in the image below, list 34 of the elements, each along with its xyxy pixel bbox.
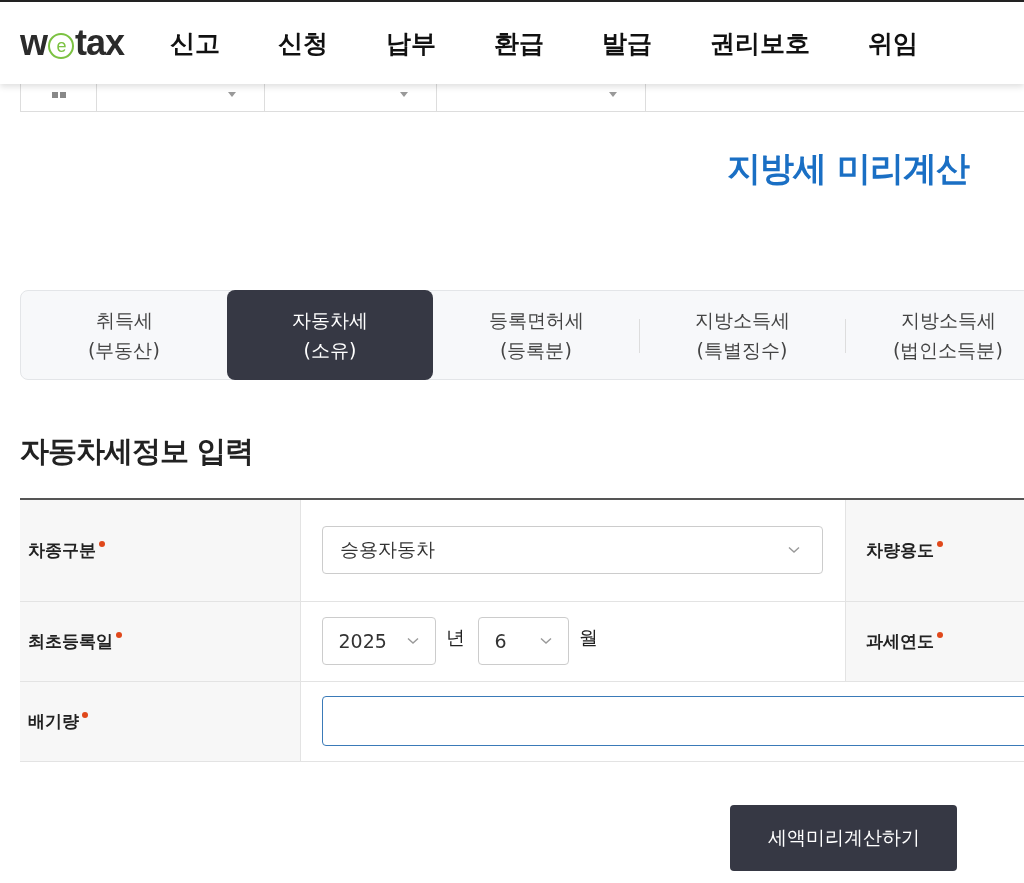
caret-icon <box>787 546 800 555</box>
dropdown-arrow-icon[interactable] <box>228 92 236 97</box>
field-label: 최초등록일 <box>28 630 113 651</box>
tax-tab[interactable]: 지방소득세 (특별징수) <box>639 291 845 379</box>
nav-menu-item[interactable]: 환급 <box>494 26 545 60</box>
nav-menu-item[interactable]: 권리보호 <box>710 26 811 60</box>
dropdown-arrow-icon[interactable] <box>400 92 408 97</box>
tax-tab[interactable]: 등록면허세 (등록분) <box>433 291 639 379</box>
tax-tab[interactable]: 지방소득세 (법인소득분) <box>845 291 1024 379</box>
field-label: 차종구분 <box>28 539 96 560</box>
nav-menu-item[interactable]: 신고 <box>170 26 221 60</box>
section-title: 자동차세정보 입력 <box>20 433 255 470</box>
tax-tab[interactable]: 취득세 (부동산) <box>21 291 227 379</box>
caret-icon <box>406 637 419 645</box>
tax-tab[interactable]: 자동차세 (소유) <box>227 290 433 380</box>
nav-menu-item[interactable]: 신청 <box>278 26 329 60</box>
wetax-logo[interactable]: w e tax <box>20 22 125 64</box>
displacement-input[interactable] <box>321 696 1024 746</box>
vehicle-type-dropdown[interactable]: 승용자동차 <box>321 526 823 575</box>
dropdown-arrow-icon[interactable] <box>609 92 617 97</box>
nav-menu-item[interactable]: 납부 <box>386 26 437 60</box>
caret-icon <box>539 637 552 645</box>
calculate-button[interactable]: 세액미리계산하기 <box>730 804 957 871</box>
unit-label: 년 <box>445 625 465 650</box>
month-dropdown[interactable]: 6 <box>477 617 569 665</box>
nav-menu-item[interactable]: 발급 <box>602 26 653 60</box>
page-title: 지방세 미리계산 <box>726 147 971 190</box>
field-label: 배기량 <box>28 710 79 731</box>
unit-label: 월 <box>578 625 598 650</box>
menu-grid-icon[interactable] <box>51 91 66 98</box>
nav-menu-item[interactable]: 위임 <box>868 26 919 60</box>
year-dropdown[interactable]: 2025 <box>321 617 436 665</box>
field-label: 차량용도 <box>865 539 934 560</box>
field-label: 과세연도 <box>865 630 934 651</box>
